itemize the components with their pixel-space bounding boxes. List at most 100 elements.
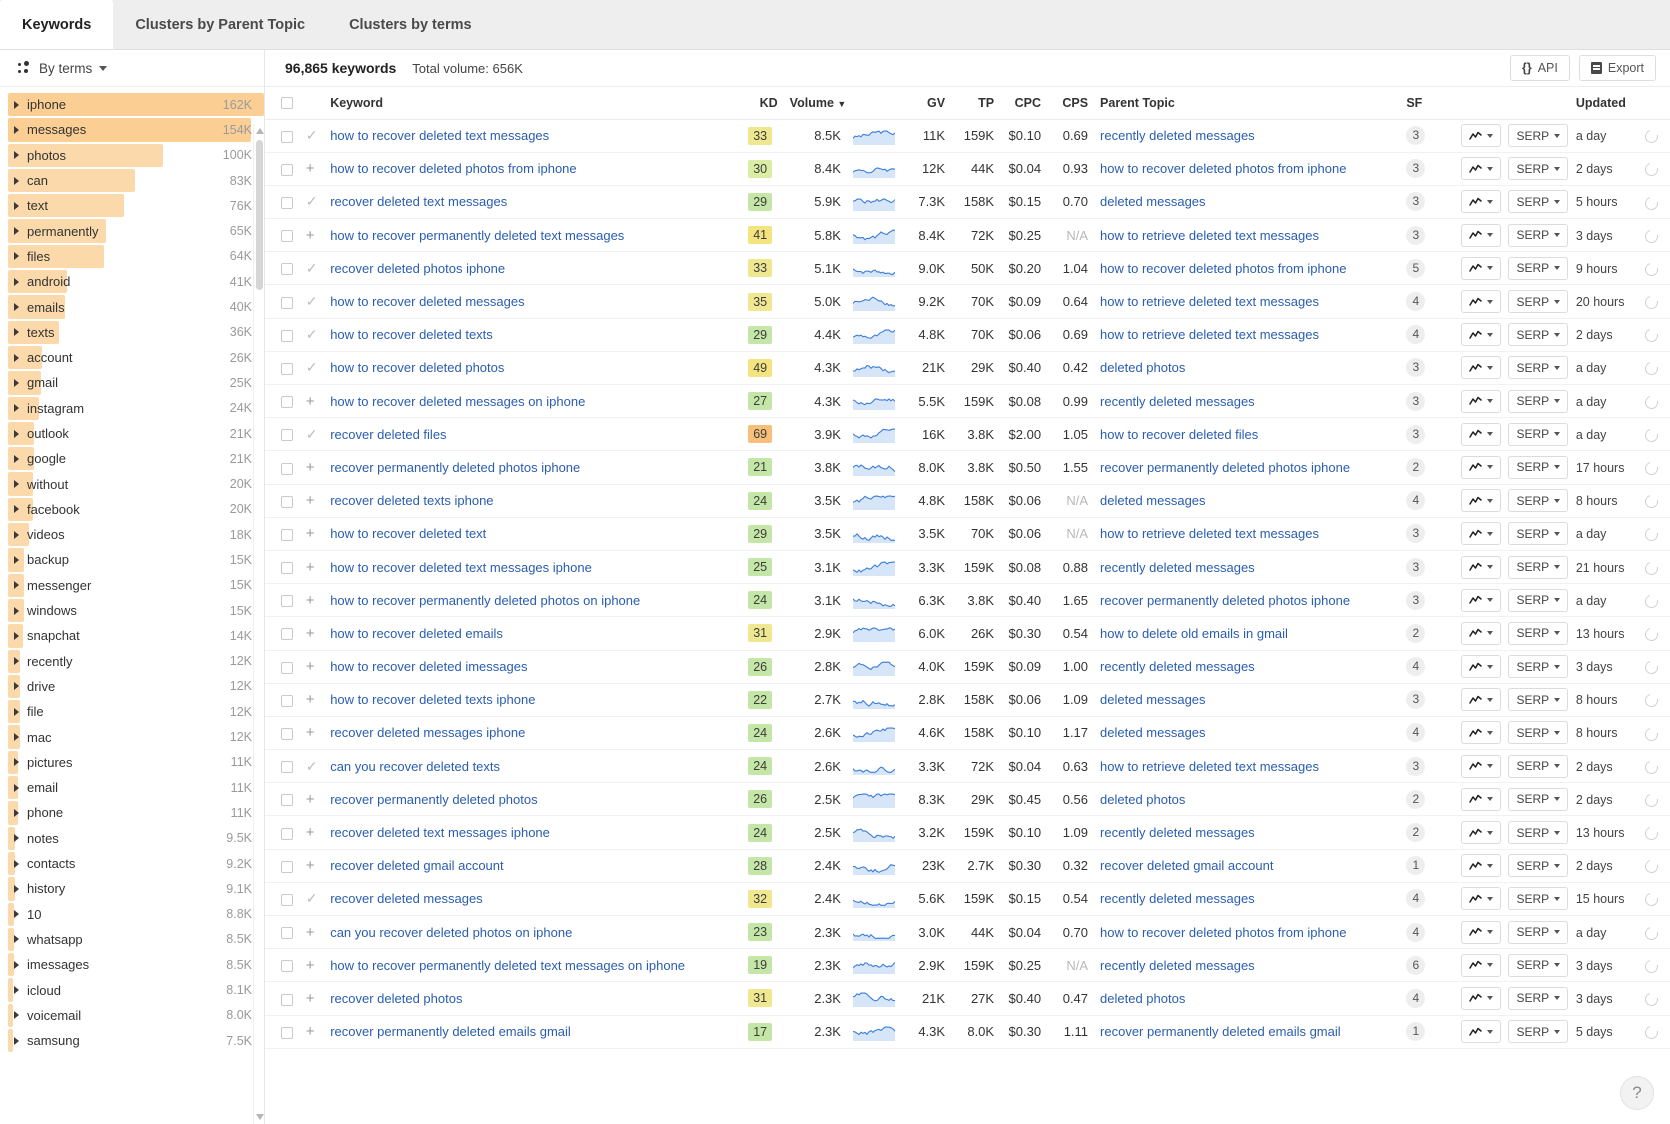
check-icon[interactable]: ✓ (306, 260, 318, 276)
parent-topic-link[interactable]: deleted messages (1100, 194, 1206, 209)
chevron-right-icon[interactable] (14, 1011, 19, 1020)
refresh-icon[interactable] (1642, 891, 1661, 909)
row-checkbox[interactable] (281, 495, 293, 508)
plus-icon[interactable]: + (306, 658, 315, 675)
plus-icon[interactable]: + (306, 525, 315, 542)
check-icon[interactable]: ✓ (306, 193, 318, 209)
keyword-link[interactable]: how to recover deleted text messages iph… (330, 560, 592, 575)
parent-topic-link[interactable]: deleted photos (1100, 792, 1185, 807)
sidebar-term-snapchat[interactable]: snapchat 14K (0, 623, 264, 648)
parent-topic-link[interactable]: deleted photos (1100, 360, 1185, 375)
chevron-right-icon[interactable] (14, 682, 19, 691)
row-checkbox[interactable] (281, 694, 293, 707)
scroll-down-icon[interactable] (256, 1114, 264, 1120)
refresh-icon[interactable] (1642, 691, 1661, 710)
chevron-right-icon[interactable] (14, 176, 19, 185)
serp-button[interactable]: SERP (1508, 455, 1569, 479)
serp-button[interactable]: SERP (1508, 688, 1569, 712)
refresh-icon[interactable] (1642, 127, 1661, 146)
sidebar-term-can[interactable]: can 83K (0, 168, 264, 193)
keyword-link[interactable]: how to recover deleted photos (330, 360, 504, 375)
row-checkbox[interactable] (281, 396, 293, 409)
trend-button[interactable] (1461, 920, 1502, 944)
keyword-link[interactable]: recover permanently deleted emails gmail (330, 1024, 571, 1039)
serp-button[interactable]: SERP (1508, 953, 1569, 977)
refresh-icon[interactable] (1642, 260, 1661, 279)
row-checkbox[interactable] (281, 362, 293, 375)
chevron-right-icon[interactable] (14, 277, 19, 286)
table-row[interactable]: + recover deleted gmail account 28 2.4K 23K 2… (265, 849, 1670, 883)
trend-button[interactable] (1461, 489, 1502, 513)
plus-icon[interactable]: + (306, 924, 315, 941)
sidebar-term-email[interactable]: email 11K (0, 775, 264, 800)
chevron-right-icon[interactable] (14, 252, 19, 261)
refresh-icon[interactable] (1642, 924, 1661, 943)
refresh-icon[interactable] (1642, 758, 1661, 777)
serp-button[interactable]: SERP (1508, 787, 1569, 811)
parent-topic-link[interactable]: how to recover deleted photos from iphon… (1100, 161, 1346, 176)
parent-topic-link[interactable]: how to retrieve deleted text messages (1100, 526, 1319, 541)
serp-button[interactable]: SERP (1508, 356, 1569, 380)
chevron-right-icon[interactable] (14, 555, 19, 564)
check-icon[interactable]: ✓ (306, 326, 318, 342)
chevron-right-icon[interactable] (14, 328, 19, 337)
chevron-right-icon[interactable] (14, 910, 19, 919)
refresh-icon[interactable] (1642, 725, 1661, 743)
keyword-link[interactable]: how to recover deleted messages on iphon… (330, 394, 585, 409)
sidebar-term-drive[interactable]: drive 12K (0, 674, 264, 699)
sidebar-term-account[interactable]: account 26K (0, 345, 264, 370)
serp-button[interactable]: SERP (1508, 588, 1569, 612)
trend-button[interactable] (1461, 190, 1502, 214)
trend-button[interactable] (1461, 290, 1502, 314)
row-checkbox[interactable] (281, 993, 293, 1006)
tp-header[interactable]: TP (951, 87, 1001, 120)
sidebar-term-photos[interactable]: photos 100K (0, 143, 264, 168)
table-row[interactable]: + how to recover deleted text messages ip… (265, 550, 1670, 585)
serp-button[interactable]: SERP (1508, 754, 1569, 778)
sidebar-term-outlook[interactable]: outlook 21K (0, 421, 264, 446)
refresh-icon[interactable] (1642, 459, 1661, 478)
sidebar-term-windows[interactable]: windows 15K (0, 598, 264, 623)
updated-header[interactable]: Updated (1569, 87, 1640, 120)
parent-topic-link[interactable]: deleted messages (1100, 493, 1206, 508)
sidebar-term-icloud[interactable]: icloud 8.1K (0, 977, 264, 1002)
serp-button[interactable]: SERP (1508, 920, 1569, 944)
trend-button[interactable] (1461, 787, 1502, 811)
chevron-right-icon[interactable] (14, 631, 19, 640)
chevron-right-icon[interactable] (14, 201, 19, 210)
table-row[interactable]: ✓ recover deleted messages 32 2.4K 5.6K 159K $… (265, 882, 1670, 917)
refresh-icon[interactable] (1642, 293, 1661, 312)
sidebar-term-videos[interactable]: videos 18K (0, 522, 264, 547)
keyword-link[interactable]: recover deleted messages iphone (330, 725, 525, 740)
row-checkbox[interactable] (281, 794, 293, 807)
plus-icon[interactable]: + (306, 393, 315, 410)
check-icon[interactable]: ✓ (306, 127, 318, 143)
row-checkbox[interactable] (281, 263, 293, 276)
trend-button[interactable] (1461, 455, 1502, 479)
tab-clusters-by-parent-topic[interactable]: Clusters by Parent Topic (113, 0, 327, 49)
table-row[interactable]: + recover deleted messages iphone 24 2.6K 4.… (265, 716, 1670, 751)
table-row[interactable]: ✓ recover deleted files 69 3.9K 16K 3.8K $2.00… (265, 417, 1670, 452)
parent-topic-link[interactable]: deleted messages (1100, 725, 1206, 740)
keyword-link[interactable]: how to recover deleted text messages (330, 128, 549, 143)
sidebar-term-backup[interactable]: backup 15K (0, 547, 264, 572)
keyword-link[interactable]: recover deleted messages (330, 891, 482, 906)
sidebar-term-mac[interactable]: mac 12K (0, 724, 264, 749)
keyword-link[interactable]: how to recover permanently deleted photo… (330, 593, 640, 608)
gv-header[interactable]: GV (902, 87, 952, 120)
serp-button[interactable]: SERP (1508, 389, 1569, 413)
plus-icon[interactable]: + (306, 492, 315, 509)
trend-button[interactable] (1461, 887, 1502, 911)
table-row[interactable]: ✓ recover deleted photos iphone 33 5.1K 9.0K… (265, 251, 1670, 286)
keyword-link[interactable]: recover deleted files (330, 427, 446, 442)
chevron-right-icon[interactable] (14, 606, 19, 615)
trend-button[interactable] (1461, 1020, 1502, 1044)
serp-button[interactable]: SERP (1508, 1020, 1569, 1044)
chevron-right-icon[interactable] (14, 581, 19, 590)
keyword-link[interactable]: can you recover deleted texts (330, 759, 500, 774)
check-icon[interactable]: ✓ (306, 293, 318, 309)
parent-topic-link[interactable]: recently deleted messages (1100, 659, 1255, 674)
table-row[interactable]: + how to recover deleted texts iphone 22 2.… (265, 683, 1670, 717)
sidebar-term-text[interactable]: text 76K (0, 193, 264, 218)
sidebar-term-whatsapp[interactable]: whatsapp 8.5K (0, 927, 264, 952)
